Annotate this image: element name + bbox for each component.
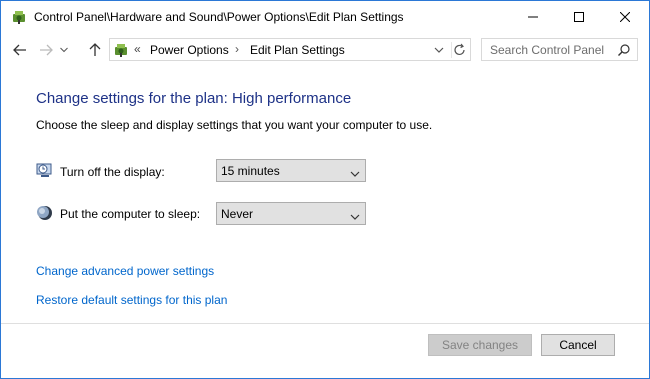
close-icon [620,11,630,22]
maximize-button[interactable] [556,1,602,32]
minimize-icon [528,16,538,17]
breadcrumb-separator[interactable]: › [235,42,239,56]
page-title: Change settings for the plan: High perfo… [36,90,352,107]
arrow-left-icon [13,44,26,56]
turn-off-display-value: 15 minutes [221,164,280,178]
minimize-button[interactable] [510,1,556,32]
address-history-button[interactable] [433,44,445,56]
page-description: Choose the sleep and display settings th… [36,118,433,132]
arrow-right-icon [40,44,53,56]
breadcrumb-power-options[interactable]: Power Options [150,43,229,57]
turn-off-display-label: Turn off the display: [60,165,165,179]
footer-divider [1,323,649,324]
chevron-down-icon [434,47,444,53]
arrow-up-icon [89,43,101,56]
search-icon[interactable] [617,43,631,57]
power-options-icon [113,42,129,58]
edit-plan-settings-window: Control Panel\Hardware and Sound\Power O… [0,0,650,379]
save-changes-button[interactable]: Save changes [428,334,532,356]
window-title: Control Panel\Hardware and Sound\Power O… [34,10,404,24]
turn-off-display-select[interactable]: 15 minutes [216,159,366,182]
advanced-power-settings-link[interactable]: Change advanced power settings [36,264,214,278]
back-button[interactable] [10,40,30,60]
restore-defaults-link[interactable]: Restore default settings for this plan [36,293,227,307]
chevron-down-icon [350,167,360,177]
recent-locations-button[interactable] [58,40,70,60]
navigation-bar: « Power Options › Edit Plan Settings Sea… [1,32,649,68]
chevron-down-icon [350,210,360,220]
chevron-down-icon [60,47,68,53]
breadcrumb-overflow[interactable]: « [134,42,141,56]
title-bar[interactable]: Control Panel\Hardware and Sound\Power O… [1,1,649,32]
forward-button[interactable] [36,40,56,60]
maximize-icon [574,11,584,22]
refresh-icon [454,43,465,56]
search-input[interactable]: Search Control Panel [481,38,638,61]
moon-sleep-icon [36,204,54,222]
power-options-icon [11,9,27,25]
refresh-button[interactable] [451,42,467,58]
close-button[interactable] [602,1,648,32]
address-bar[interactable]: « Power Options › Edit Plan Settings [109,38,471,61]
sleep-select[interactable]: Never [216,202,366,225]
breadcrumb-edit-plan-settings[interactable]: Edit Plan Settings [250,43,345,57]
up-button[interactable] [85,40,105,60]
sleep-value: Never [221,207,254,221]
search-placeholder: Search Control Panel [490,43,605,57]
display-timer-icon [36,161,54,179]
cancel-button[interactable]: Cancel [541,334,615,356]
sleep-label: Put the computer to sleep: [60,207,201,221]
